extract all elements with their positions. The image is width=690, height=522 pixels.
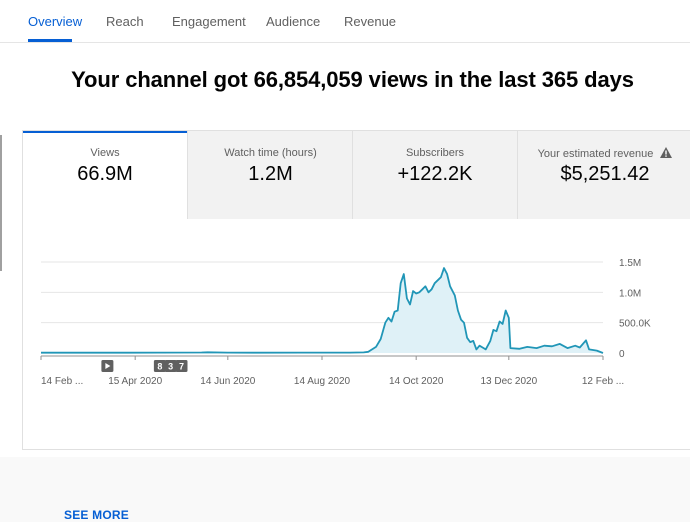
tab-bar: Overview Reach Engagement Audience Reven… (0, 0, 690, 43)
tab-engagement[interactable]: Engagement (172, 0, 246, 42)
x-tick-label: 14 Aug 2020 (294, 376, 351, 387)
x-tick-label: 14 Oct 2020 (389, 376, 444, 387)
views-chart: 0500.0K1.0M1.5M 14 Feb ... 15 Apr 2020 14 … (40, 258, 651, 387)
annotation-marker[interactable]: 7 (175, 360, 188, 372)
x-tick-label: 14 Feb ... (41, 376, 83, 387)
tab-overview[interactable]: Overview (28, 0, 82, 42)
y-tick-label: 0 (619, 349, 625, 360)
overview-panel: Your channel got 66,854,059 views in the… (0, 43, 690, 522)
x-axis-ticks: 14 Feb ... 15 Apr 2020 14 Jun 2020 14 Aug 2… (40, 356, 624, 387)
annotation-marker[interactable]: 8 (153, 360, 166, 372)
x-tick-label: 12 Feb ... (582, 376, 624, 387)
y-tick-label: 500.0K (619, 319, 651, 330)
annotation-markers: 837 (101, 360, 188, 372)
marker-label: 3 (168, 362, 173, 372)
x-tick-label: 15 Apr 2020 (108, 376, 162, 387)
x-tick-label: 13 Dec 2020 (480, 376, 537, 387)
tab-reach[interactable]: Reach (106, 0, 144, 42)
y-tick-label: 1.0M (619, 288, 641, 299)
tab-revenue[interactable]: Revenue (344, 0, 396, 42)
x-tick-label: 14 Jun 2020 (200, 376, 255, 387)
annotation-play-marker[interactable] (101, 360, 114, 372)
views-line (41, 267, 604, 354)
tab-audience[interactable]: Audience (266, 0, 320, 42)
y-tick-label: 1.5M (619, 258, 641, 269)
annotation-marker[interactable]: 3 (164, 360, 177, 372)
views-area (41, 268, 603, 353)
marker-label: 8 (157, 362, 162, 372)
marker-label: 7 (179, 362, 184, 372)
key-metrics-card: Views 66.9M Watch time (hours) 1.2M Subs… (22, 130, 690, 522)
chart-grid (41, 261, 603, 324)
y-axis-ticks: 0 500.0K 1.0M 1.5M (619, 258, 651, 360)
page-title: Your channel got 66,854,059 views in the… (71, 67, 634, 92)
see-more-link[interactable]: SEE MORE (64, 508, 129, 522)
scrollbar[interactable] (0, 135, 2, 271)
